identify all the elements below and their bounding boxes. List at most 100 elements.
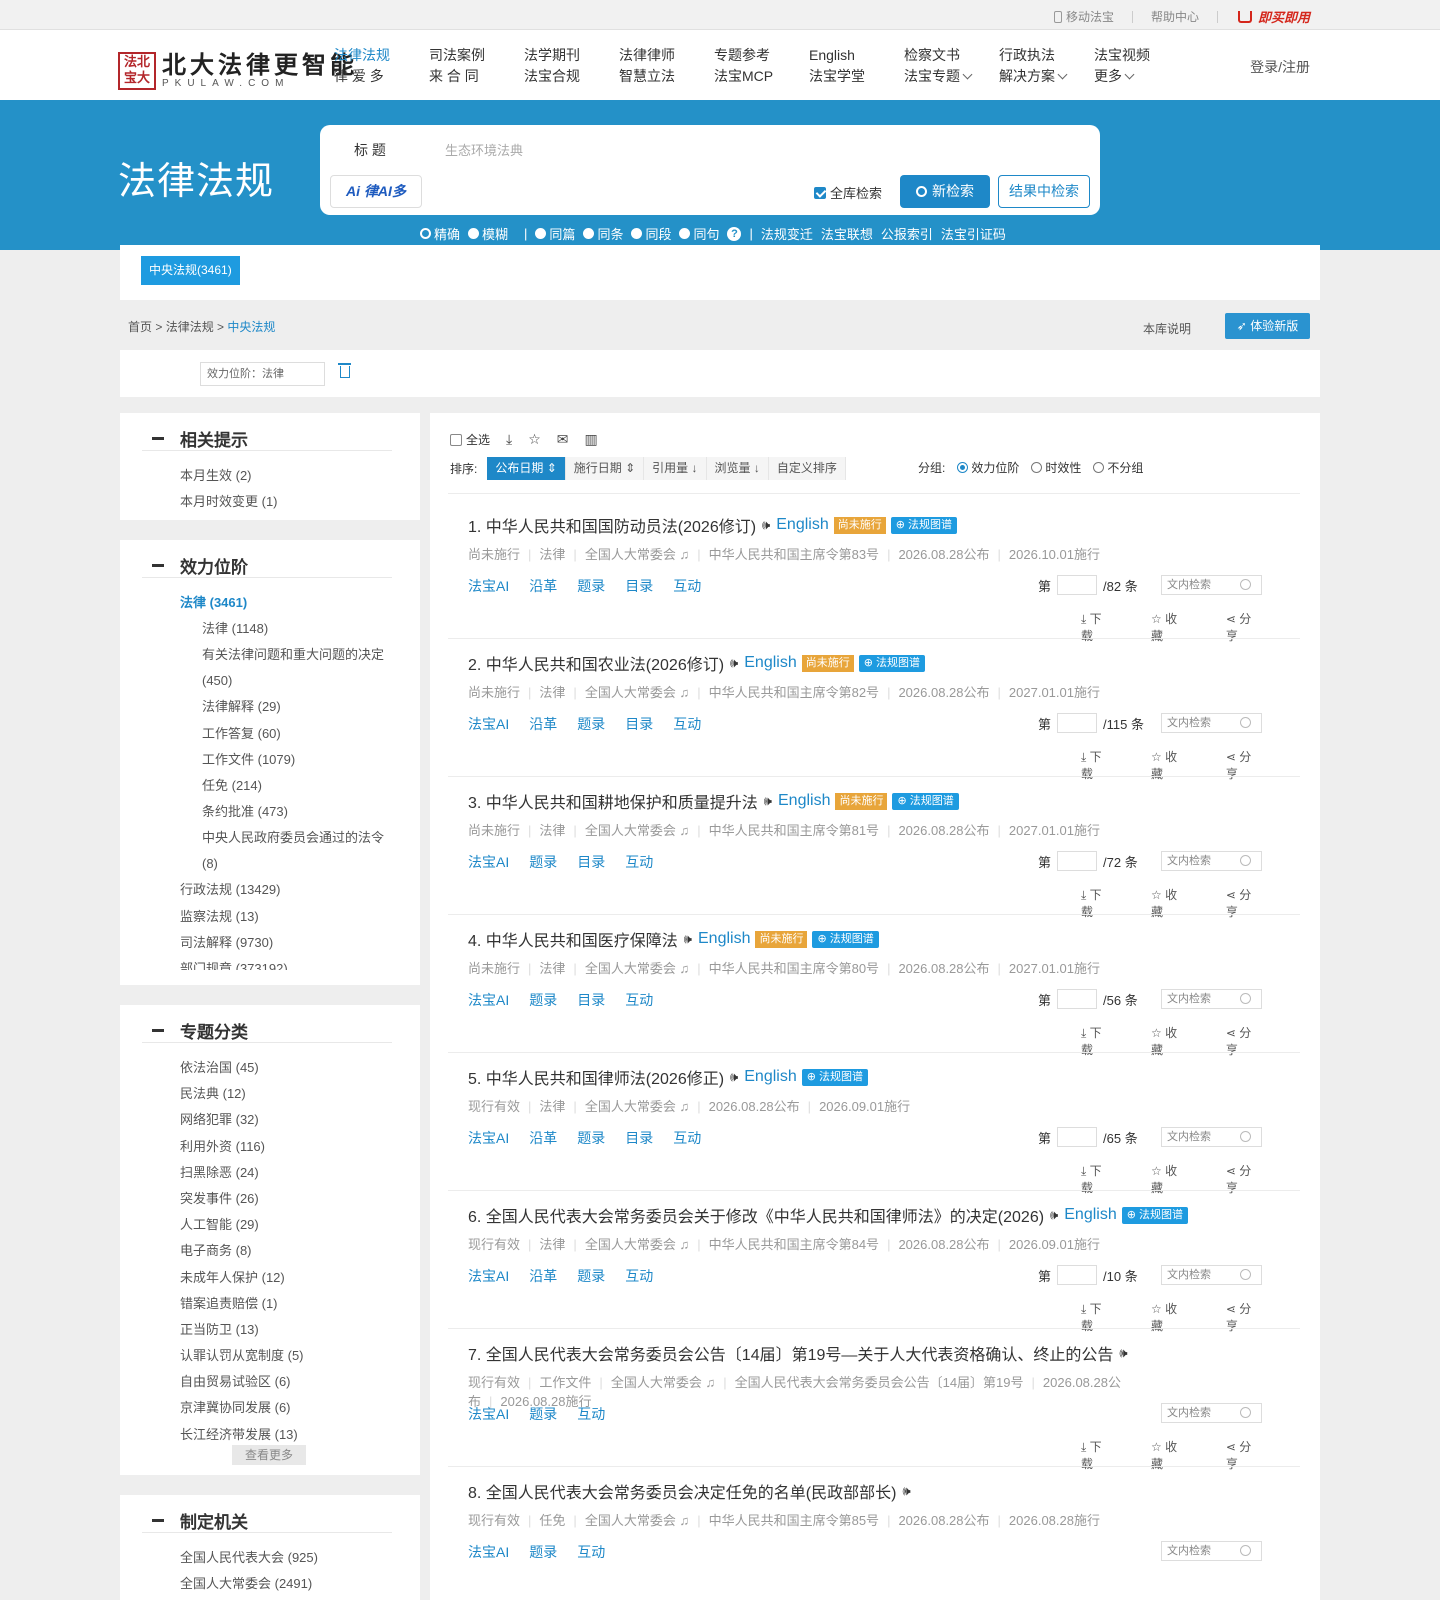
section-heading[interactable]: 专题分类 bbox=[142, 1019, 392, 1043]
side-item[interactable]: 全国人民代表大会 (925) bbox=[180, 1545, 400, 1571]
in-doc-search[interactable]: 文内检索 bbox=[1161, 1127, 1262, 1147]
graph-badge[interactable]: ⊕ 法规图谱 bbox=[858, 654, 926, 672]
bell-icon[interactable]: ♫ bbox=[676, 1237, 689, 1252]
nav-item[interactable]: 律 爱 多 bbox=[334, 68, 384, 84]
help-link[interactable]: 帮助中心 bbox=[1151, 8, 1199, 25]
result-link[interactable]: 题录 bbox=[529, 1542, 557, 1562]
sort-pubdate[interactable]: 公布日期 ⇕ bbox=[487, 457, 566, 480]
side-item[interactable]: 认罪认罚从宽制度 (5) bbox=[180, 1343, 400, 1369]
result-link[interactable]: 目录 bbox=[577, 852, 605, 872]
side-item[interactable]: 未成年人保护 (12) bbox=[180, 1265, 400, 1291]
nav-item[interactable]: 行政执法 bbox=[999, 47, 1055, 63]
speaker-icon[interactable]: 🕪 bbox=[730, 1069, 738, 1085]
side-item[interactable]: 任免 (214) bbox=[180, 773, 400, 799]
side-item[interactable]: 民法典 (12) bbox=[180, 1081, 400, 1107]
result-link[interactable]: 目录 bbox=[625, 1128, 653, 1148]
result-link[interactable]: 互动 bbox=[673, 714, 701, 734]
new-search-button[interactable]: 新检索 bbox=[900, 175, 990, 208]
mail-icon[interactable]: ✉ bbox=[557, 431, 569, 448]
side-item[interactable]: 长江经济带发展 (13) bbox=[180, 1422, 400, 1445]
article-number-input[interactable] bbox=[1057, 1265, 1098, 1285]
sort-citations[interactable]: 引用量 ↓ bbox=[644, 457, 707, 480]
result-link[interactable]: 法宝AI bbox=[468, 1404, 509, 1424]
result-link[interactable]: 题录 bbox=[529, 1404, 557, 1424]
bell-icon[interactable]: ♫ bbox=[676, 685, 689, 700]
side-item[interactable]: 工作答复 (60) bbox=[180, 721, 400, 747]
opt-same-doc[interactable]: 同篇 bbox=[535, 224, 575, 243]
result-link[interactable]: 目录 bbox=[577, 990, 605, 1010]
side-item[interactable]: 人工智能 (29) bbox=[180, 1212, 400, 1238]
english-link[interactable]: English bbox=[744, 654, 796, 672]
ai-button[interactable]: Ai 律AI多 bbox=[330, 175, 422, 208]
side-item[interactable]: 错案追责赔偿 (1) bbox=[180, 1291, 400, 1317]
english-link[interactable]: English bbox=[698, 930, 750, 948]
side-item[interactable]: 本月生效 (2) bbox=[180, 463, 400, 489]
group-none[interactable]: 不分组 bbox=[1093, 459, 1143, 476]
speaker-icon[interactable]: 🕪 bbox=[730, 655, 738, 671]
select-all-checkbox[interactable] bbox=[450, 433, 462, 446]
in-doc-search[interactable]: 文内检索 bbox=[1161, 989, 1262, 1009]
nav-item[interactable]: 法学期刊 bbox=[524, 47, 580, 63]
result-link[interactable]: 法宝AI bbox=[468, 1266, 509, 1286]
article-number-input[interactable] bbox=[1057, 713, 1098, 733]
side-item[interactable]: 依法治国 (45) bbox=[180, 1055, 400, 1081]
result-link[interactable]: 法宝AI bbox=[468, 852, 509, 872]
article-number-input[interactable] bbox=[1057, 851, 1098, 871]
logo[interactable]: 法北宝大 北大法律更智能 PKULAW.COM bbox=[118, 52, 358, 90]
graph-badge[interactable]: ⊕ 法规图谱 bbox=[812, 930, 879, 948]
graph-badge[interactable]: ⊕ 法规图谱 bbox=[801, 1068, 869, 1086]
result-link[interactable]: 互动 bbox=[577, 1542, 605, 1562]
side-item[interactable]: 全国人大常委会 (2491) bbox=[180, 1571, 400, 1597]
english-link[interactable]: English bbox=[744, 1068, 796, 1086]
result-title[interactable]: 5. 中华人民共和国律师法(2026修正) bbox=[468, 1065, 724, 1089]
result-link[interactable]: 法宝AI bbox=[468, 990, 509, 1010]
result-link[interactable]: 题录 bbox=[577, 714, 605, 734]
nav-item[interactable]: 法宝MCP bbox=[714, 68, 773, 84]
in-doc-search[interactable]: 文内检索 bbox=[1161, 1265, 1262, 1285]
login-link[interactable]: 登录/注册 bbox=[1250, 57, 1310, 77]
result-link[interactable]: 互动 bbox=[625, 1266, 653, 1286]
nav-item[interactable]: 更多 bbox=[1094, 68, 1122, 84]
result-link[interactable]: 互动 bbox=[625, 990, 653, 1010]
speaker-icon[interactable]: 🕪 bbox=[902, 1483, 910, 1499]
english-link[interactable]: English bbox=[1064, 1206, 1116, 1224]
result-link[interactable]: 题录 bbox=[577, 576, 605, 596]
side-item[interactable]: 监察法规 (13) bbox=[180, 904, 400, 930]
result-link[interactable]: 沿革 bbox=[529, 714, 557, 734]
in-doc-search[interactable]: 文内检索 bbox=[1161, 1403, 1262, 1423]
result-link[interactable]: 沿革 bbox=[529, 1128, 557, 1148]
side-item[interactable]: 条约批准 (473) bbox=[180, 799, 400, 825]
nav-item[interactable]: 法宝视频 bbox=[1094, 47, 1150, 63]
in-doc-search[interactable]: 文内检索 bbox=[1161, 1541, 1262, 1561]
search-within-button[interactable]: 结果中检索 bbox=[998, 175, 1090, 208]
bell-icon[interactable]: ♫ bbox=[676, 961, 689, 976]
opt-same-article[interactable]: 同条 bbox=[583, 224, 623, 243]
nav-item[interactable]: 专题参考 bbox=[714, 47, 770, 63]
opt-exact[interactable]: 精确 bbox=[420, 224, 460, 243]
result-title[interactable]: 7. 全国人民代表大会常务委员会公告〔14届〕第19号—关于人大代表资格确认、终… bbox=[468, 1341, 1113, 1365]
side-item[interactable]: 利用外资 (116) bbox=[180, 1134, 400, 1160]
section-heading[interactable]: 效力位阶 bbox=[142, 554, 392, 578]
opt-same-sentence[interactable]: 同句 bbox=[679, 224, 719, 243]
side-item[interactable]: 部门规章 (373192) bbox=[180, 956, 400, 970]
result-link[interactable]: 法宝AI bbox=[468, 1542, 509, 1562]
side-item[interactable]: 法律解释 (29) bbox=[180, 694, 400, 720]
help-icon[interactable]: ? bbox=[727, 226, 742, 241]
compare-icon[interactable]: ▥ bbox=[585, 431, 598, 448]
result-link[interactable]: 沿革 bbox=[529, 576, 557, 596]
section-heading[interactable]: 相关提示 bbox=[142, 427, 392, 451]
link-changes[interactable]: 法规变迁 bbox=[761, 224, 813, 243]
graph-badge[interactable]: ⊕ 法规图谱 bbox=[1121, 1206, 1189, 1224]
library-note-link[interactable]: 本库说明 bbox=[1143, 320, 1191, 337]
side-item[interactable]: 突发事件 (26) bbox=[180, 1186, 400, 1212]
crumb-current[interactable]: 中央法规 bbox=[227, 320, 275, 334]
nav-item[interactable]: 法宝专题 bbox=[904, 68, 960, 84]
result-title[interactable]: 6. 全国人民代表大会常务委员会关于修改《中华人民共和国律师法》的决定(2026… bbox=[468, 1203, 1044, 1227]
nav-item[interactable]: 智慧立法 bbox=[619, 68, 675, 84]
nav-item[interactable]: 法律律师 bbox=[619, 47, 675, 63]
result-link[interactable]: 互动 bbox=[625, 852, 653, 872]
result-link[interactable]: 法宝AI bbox=[468, 1128, 509, 1148]
link-assoc[interactable]: 法宝联想 bbox=[821, 224, 873, 243]
new-version-button[interactable]: ➶ 体验新版 bbox=[1225, 313, 1310, 339]
star-icon[interactable]: ☆ bbox=[528, 431, 541, 448]
